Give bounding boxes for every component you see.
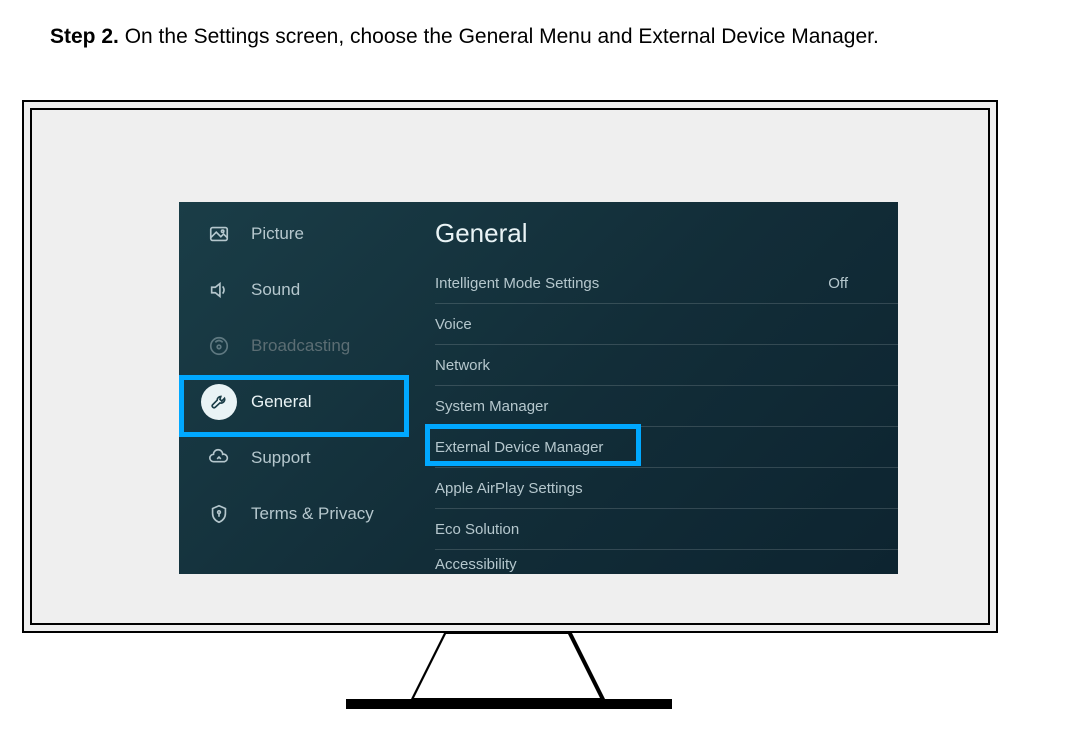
menu-list: Intelligent Mode Settings Off Voice Netw… [411, 263, 898, 574]
tv-stand-neck [410, 633, 606, 701]
sidebar-item-label: General [251, 392, 311, 412]
menu-item-airplay[interactable]: Apple AirPlay Settings [435, 468, 898, 509]
shield-icon [201, 496, 237, 532]
sidebar: Picture Sound [179, 202, 411, 574]
sidebar-item-broadcasting: Broadcasting [179, 318, 411, 374]
step-label: Step 2. [50, 25, 119, 48]
menu-item-network[interactable]: Network [435, 345, 898, 386]
tv-frame-inner: Picture Sound [30, 108, 990, 625]
settings-panel: Picture Sound [179, 202, 898, 574]
sound-icon [201, 272, 237, 308]
menu-item-intelligent-mode[interactable]: Intelligent Mode Settings Off [435, 263, 898, 304]
menu-item-external-device-manager[interactable]: External Device Manager [435, 427, 898, 468]
sidebar-item-general[interactable]: General [179, 374, 411, 430]
broadcast-icon [201, 328, 237, 364]
menu-item-system-manager[interactable]: System Manager [435, 386, 898, 427]
content-title: General [411, 202, 898, 263]
menu-item-voice[interactable]: Voice [435, 304, 898, 345]
menu-label: Network [435, 357, 490, 374]
menu-label: Eco Solution [435, 521, 519, 538]
menu-item-eco-solution[interactable]: Eco Solution [435, 509, 898, 550]
menu-label: System Manager [435, 398, 548, 415]
menu-label: Apple AirPlay Settings [435, 480, 583, 497]
sidebar-item-support[interactable]: Support [179, 430, 411, 486]
instruction-text: Step 2. On the Settings screen, choose t… [50, 25, 879, 49]
menu-item-accessibility-cutoff[interactable]: Accessibility [435, 550, 898, 574]
tv-stand-base [346, 699, 672, 709]
tv-stand-neck-inner [414, 634, 600, 698]
cloud-icon [201, 440, 237, 476]
sidebar-item-label: Picture [251, 224, 304, 244]
sidebar-item-sound[interactable]: Sound [179, 262, 411, 318]
content-area: General Intelligent Mode Settings Off Vo… [411, 202, 898, 574]
sidebar-item-terms[interactable]: Terms & Privacy [179, 486, 411, 542]
sidebar-item-label: Sound [251, 280, 300, 300]
wrench-icon [201, 384, 237, 420]
menu-value: Off [828, 275, 848, 292]
step-text: On the Settings screen, choose the Gener… [125, 25, 879, 48]
picture-icon [201, 216, 237, 252]
sidebar-item-picture[interactable]: Picture [179, 206, 411, 262]
tv-frame-outer: Picture Sound [22, 100, 998, 633]
menu-label: Accessibility [435, 556, 517, 573]
menu-label: Voice [435, 316, 472, 333]
sidebar-item-label: Terms & Privacy [251, 504, 374, 524]
menu-label: External Device Manager [435, 439, 603, 456]
sidebar-item-label: Support [251, 448, 311, 468]
menu-label: Intelligent Mode Settings [435, 275, 599, 292]
sidebar-item-label: Broadcasting [251, 336, 350, 356]
